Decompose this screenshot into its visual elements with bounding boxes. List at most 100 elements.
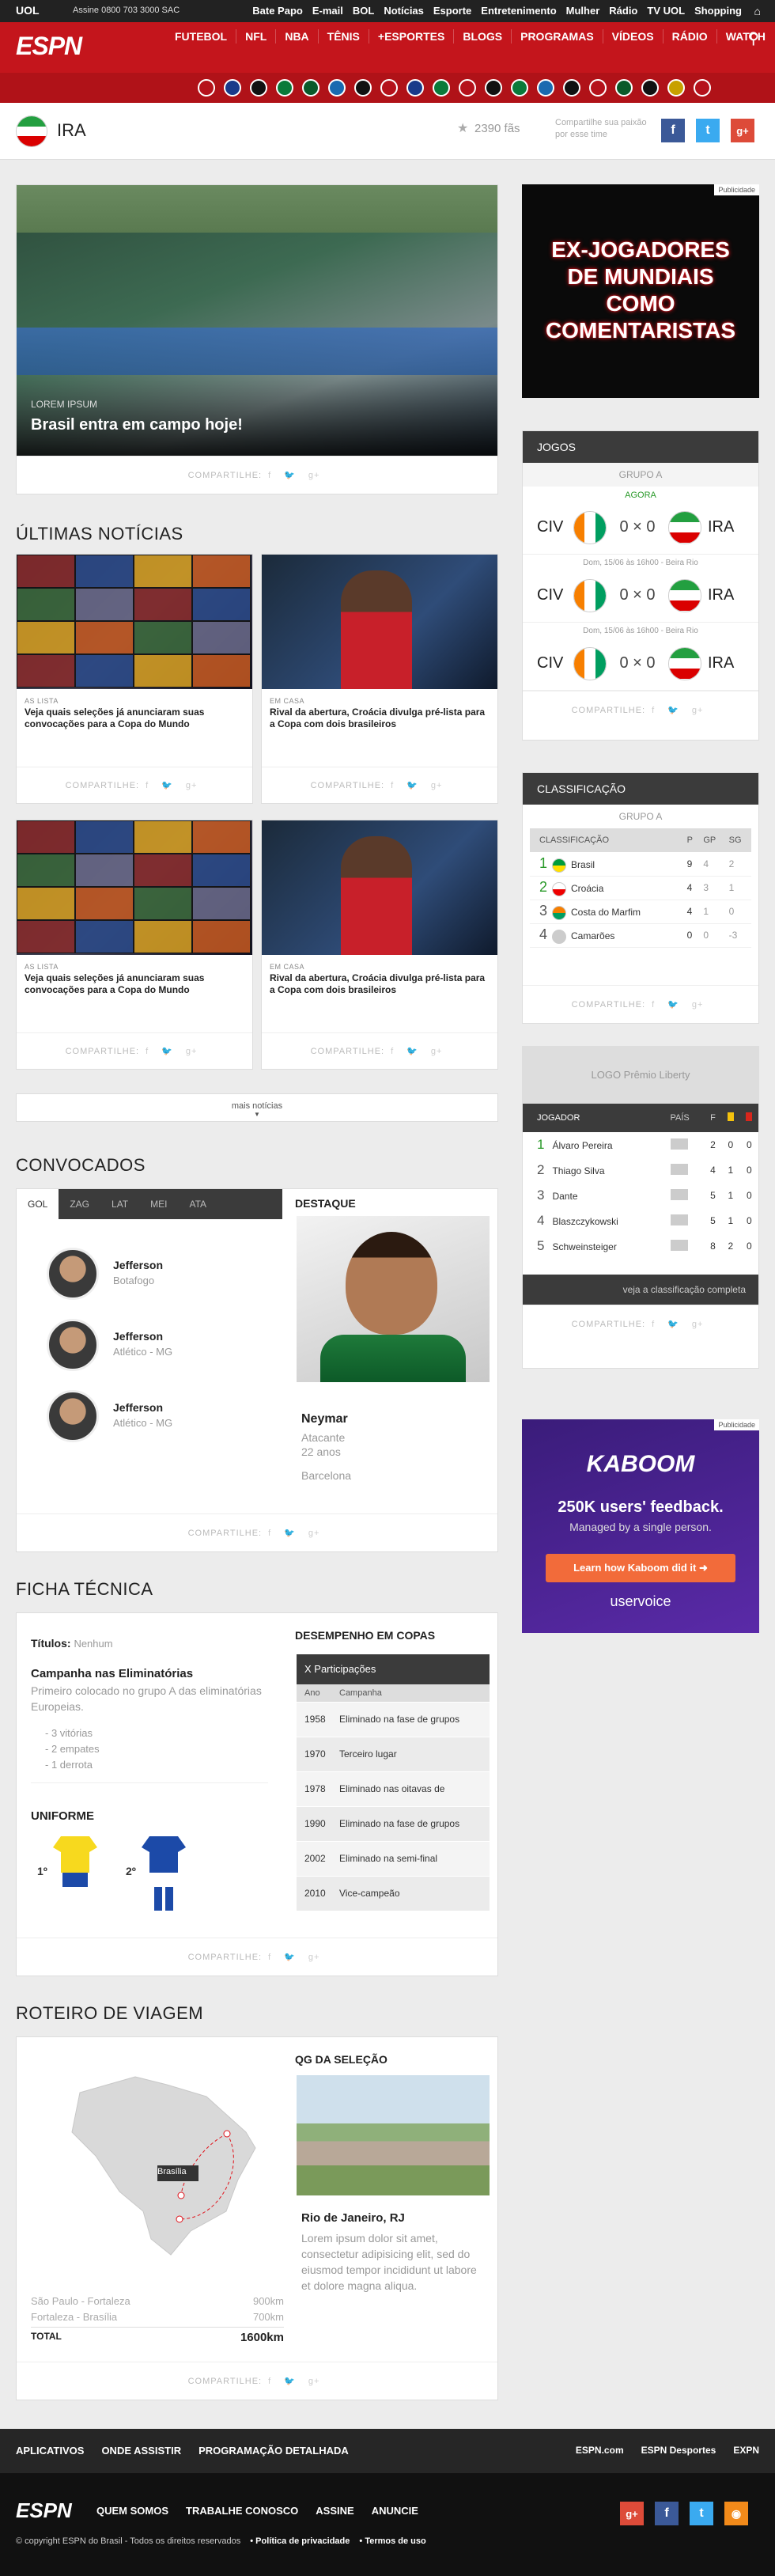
player-row[interactable]: 3 Dante 5 1 0 (523, 1183, 758, 1208)
uol-link[interactable]: Shopping (694, 5, 742, 17)
brazil-map[interactable] (48, 2061, 270, 2259)
classificacao-row[interactable]: 3 Costa do Marfim 4 1 0 (530, 900, 751, 923)
club-badge-icon[interactable] (380, 79, 398, 97)
facebook-icon[interactable]: f (146, 1047, 149, 1056)
nav-item[interactable]: VÍDEOS (602, 29, 663, 44)
terms-link[interactable]: • Termos de uso (359, 2536, 425, 2546)
twitter-icon[interactable]: 🐦 (406, 781, 418, 790)
facebook-icon[interactable]: f (268, 2377, 271, 2386)
club-badge-icon[interactable] (302, 79, 319, 97)
match-row[interactable]: CIV 0 × 0 IRA (523, 569, 758, 623)
googleplus-icon[interactable]: g+ (308, 1953, 320, 1962)
nav-item[interactable]: RÁDIO (662, 29, 716, 44)
footer-link[interactable]: APLICATIVOS (16, 2445, 84, 2457)
classificacao-row[interactable]: 4 Camarões 0 0 -3 (530, 923, 751, 947)
news-headline[interactable]: Rival da abertura, Croácia divulga pré-l… (270, 707, 491, 730)
player-item[interactable]: Jefferson Atlético - MG (17, 1382, 282, 1453)
nav-item[interactable]: +ESPORTES (368, 29, 453, 44)
club-badge-icon[interactable] (354, 79, 372, 97)
player-item[interactable]: Jefferson Botafogo (17, 1240, 282, 1311)
googleplus-icon[interactable]: g+ (186, 781, 198, 790)
player-row[interactable]: 5 Schweinsteiger 8 2 0 (523, 1233, 758, 1259)
match-row[interactable]: CIV 0 × 0 IRA (523, 501, 758, 555)
club-badge-icon[interactable] (485, 79, 502, 97)
news-thumbnail[interactable] (262, 820, 497, 955)
news-thumbnail[interactable] (17, 555, 252, 689)
facebook-icon[interactable]: f (391, 1047, 394, 1056)
club-badge-icon[interactable] (198, 79, 215, 97)
googleplus-icon[interactable]: g+ (692, 1000, 704, 1010)
club-badge-icon[interactable] (537, 79, 554, 97)
club-badge-icon[interactable] (694, 79, 711, 97)
twitter-icon[interactable]: 🐦 (284, 2377, 296, 2386)
search-icon[interactable]: ⚲ (747, 28, 759, 48)
twitter-icon[interactable]: 🐦 (667, 706, 679, 715)
googleplus-icon[interactable]: g+ (186, 1047, 198, 1056)
googleplus-icon[interactable]: g+ (308, 1529, 320, 1538)
uol-link[interactable]: Bate Papo (252, 5, 303, 17)
footer-link[interactable]: ONDE ASSISTIR (101, 2445, 181, 2457)
uol-link[interactable]: Rádio (609, 5, 637, 17)
news-thumbnail[interactable] (17, 820, 252, 955)
uol-logo[interactable]: UOL (16, 4, 40, 17)
news-headline[interactable]: Veja quais seleções já anunciaram suas c… (25, 707, 246, 730)
club-badge-icon[interactable] (589, 79, 607, 97)
tab-lat[interactable]: LAT (100, 1189, 139, 1219)
club-badge-icon[interactable] (511, 79, 528, 97)
twitter-icon[interactable]: 🐦 (667, 1320, 679, 1329)
footer-nav-link[interactable]: ANUNCIE (372, 2505, 418, 2517)
twitter-icon[interactable]: 🐦 (284, 471, 296, 480)
nav-item[interactable]: BLOGS (453, 29, 511, 44)
facebook-icon[interactable]: f (652, 1000, 655, 1010)
nav-item[interactable]: NFL (236, 29, 275, 44)
club-badge-icon[interactable] (433, 79, 450, 97)
hero-photo[interactable]: LOREM IPSUM Brasil entra em campo hoje! (17, 185, 497, 456)
qg-photo[interactable] (297, 2075, 490, 2195)
googleplus-icon[interactable]: g+ (308, 2377, 320, 2386)
tab-mei[interactable]: MEI (139, 1189, 178, 1219)
googleplus-icon[interactable]: g+ (431, 1047, 443, 1056)
club-badge-icon[interactable] (224, 79, 241, 97)
uol-link[interactable]: BOL (353, 5, 374, 17)
club-badge-icon[interactable] (276, 79, 293, 97)
facebook-icon[interactable]: f (146, 781, 149, 790)
googleplus-icon[interactable]: g+ (620, 2502, 644, 2525)
footer-nav-link[interactable]: TRABALHE CONOSCO (186, 2505, 298, 2517)
club-badge-icon[interactable] (667, 79, 685, 97)
news-card[interactable]: AS LISTA Veja quais seleções já anunciara… (16, 554, 253, 804)
nav-item[interactable]: PROGRAMAS (511, 29, 603, 44)
googleplus-icon[interactable]: g+ (731, 119, 754, 142)
googleplus-icon[interactable]: g+ (431, 781, 443, 790)
player-item[interactable]: Jefferson Atlético - MG (17, 1311, 282, 1382)
player-row[interactable]: 1 Álvaro Pereira 2 0 0 (523, 1132, 758, 1157)
facebook-icon[interactable]: f (268, 1529, 271, 1538)
classificacao-row[interactable]: 2 Croácia 4 3 1 (530, 876, 751, 900)
uol-sac[interactable]: Assine 0800 703 3000 SAC (73, 6, 180, 15)
twitter-icon[interactable]: 🐦 (406, 1047, 418, 1056)
club-badge-icon[interactable] (250, 79, 267, 97)
neymar-photo[interactable] (297, 1216, 490, 1382)
star-icon[interactable]: ★ (457, 120, 468, 136)
club-badge-icon[interactable] (641, 79, 659, 97)
club-badge-icon[interactable] (328, 79, 346, 97)
uol-link[interactable]: Esporte (433, 5, 471, 17)
tab-zag[interactable]: ZAG (59, 1189, 100, 1219)
network-link[interactable]: ESPN.com (576, 2445, 624, 2456)
full-ranking-link[interactable]: veja a classificação completa (523, 1275, 758, 1305)
player-row[interactable]: 2 Thiago Silva 4 1 0 (523, 1157, 758, 1183)
ad-cta-button[interactable]: Learn how Kaboom did it ➜ (546, 1554, 735, 1582)
twitter-icon[interactable]: 🐦 (667, 1000, 679, 1010)
facebook-icon[interactable]: f (268, 1953, 271, 1962)
twitter-icon[interactable]: 🐦 (284, 1953, 296, 1962)
destaque-name[interactable]: Neymar (301, 1412, 348, 1426)
news-headline[interactable]: Rival da abertura, Croácia divulga pré-l… (270, 972, 491, 996)
more-news-button[interactable]: mais notícias ▼ (16, 1093, 498, 1122)
footer-nav-link[interactable]: ASSINE (316, 2505, 353, 2517)
news-card[interactable]: AS LISTA Veja quais seleções já anunciara… (16, 820, 253, 1070)
rss-icon[interactable]: ◉ (724, 2502, 748, 2525)
match-row[interactable]: CIV 0 × 0 IRA (523, 637, 758, 691)
facebook-icon[interactable]: f (655, 2502, 679, 2525)
facebook-icon[interactable]: f (652, 706, 655, 715)
club-badge-icon[interactable] (459, 79, 476, 97)
facebook-icon[interactable]: f (268, 471, 271, 480)
